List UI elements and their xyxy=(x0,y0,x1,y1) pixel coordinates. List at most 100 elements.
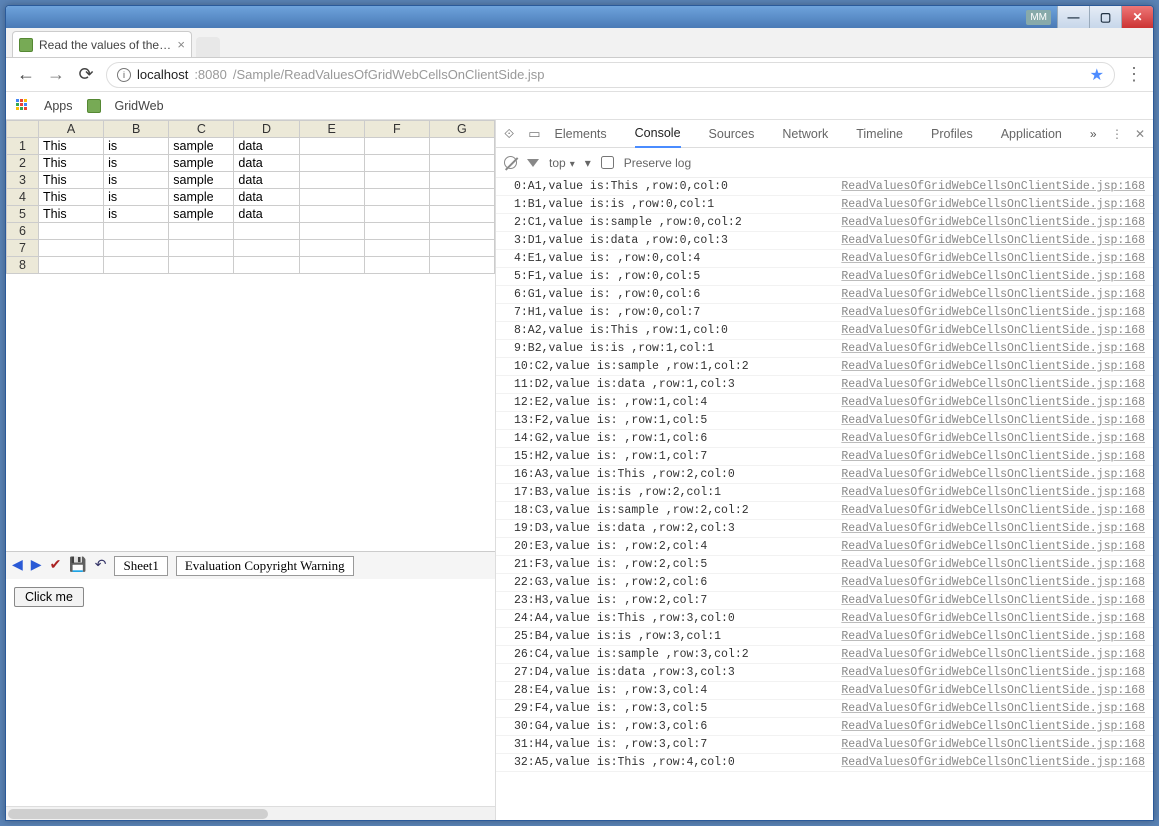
clear-console-icon[interactable] xyxy=(504,156,517,169)
cell[interactable] xyxy=(364,172,429,189)
cell[interactable] xyxy=(429,257,494,274)
cell[interactable] xyxy=(234,240,299,257)
close-button[interactable]: ✕ xyxy=(1121,6,1153,28)
cell[interactable]: sample xyxy=(169,189,234,206)
devtools-tab-application[interactable]: Application xyxy=(1001,121,1062,147)
cell[interactable]: data xyxy=(234,155,299,172)
console-source-link[interactable]: ReadValuesOfGridWebCellsOnClientSide.jsp… xyxy=(841,396,1145,409)
apps-icon[interactable] xyxy=(16,99,30,113)
console-source-link[interactable]: ReadValuesOfGridWebCellsOnClientSide.jsp… xyxy=(841,288,1145,301)
cell[interactable] xyxy=(169,257,234,274)
cell[interactable] xyxy=(364,223,429,240)
cell[interactable] xyxy=(364,138,429,155)
console-source-link[interactable]: ReadValuesOfGridWebCellsOnClientSide.jsp… xyxy=(841,450,1145,463)
device-icon[interactable]: ▭ xyxy=(528,126,540,142)
cell[interactable] xyxy=(299,223,364,240)
commit-icon[interactable]: ✔ xyxy=(50,557,62,574)
cell[interactable] xyxy=(39,240,104,257)
cell[interactable]: This xyxy=(39,172,104,189)
console-source-link[interactable]: ReadValuesOfGridWebCellsOnClientSide.jsp… xyxy=(841,630,1145,643)
console-source-link[interactable]: ReadValuesOfGridWebCellsOnClientSide.jsp… xyxy=(841,594,1145,607)
col-header[interactable]: D xyxy=(234,121,299,138)
cell[interactable]: sample xyxy=(169,155,234,172)
cell[interactable] xyxy=(299,189,364,206)
console-source-link[interactable]: ReadValuesOfGridWebCellsOnClientSide.jsp… xyxy=(841,522,1145,535)
cell[interactable]: data xyxy=(234,206,299,223)
minimize-button[interactable]: — xyxy=(1057,6,1089,28)
inspect-icon[interactable]: ⟐ xyxy=(504,126,514,142)
cell[interactable]: This xyxy=(39,189,104,206)
col-header[interactable]: A xyxy=(39,121,104,138)
row-header[interactable]: 1 xyxy=(7,138,39,155)
cell[interactable]: sample xyxy=(169,172,234,189)
save-icon[interactable]: 💾 xyxy=(69,557,86,574)
col-header[interactable]: E xyxy=(299,121,364,138)
cell[interactable]: This xyxy=(39,155,104,172)
console-source-link[interactable]: ReadValuesOfGridWebCellsOnClientSide.jsp… xyxy=(841,612,1145,625)
devtools-tab-sources[interactable]: Sources xyxy=(709,121,755,147)
browser-menu-icon[interactable]: ⋮ xyxy=(1125,64,1143,85)
console-source-link[interactable]: ReadValuesOfGridWebCellsOnClientSide.jsp… xyxy=(841,504,1145,517)
cell[interactable]: This xyxy=(39,138,104,155)
devtools-tab-profiles[interactable]: Profiles xyxy=(931,121,973,147)
new-tab-button[interactable] xyxy=(196,37,220,57)
console-source-link[interactable]: ReadValuesOfGridWebCellsOnClientSide.jsp… xyxy=(841,756,1145,769)
console-source-link[interactable]: ReadValuesOfGridWebCellsOnClientSide.jsp… xyxy=(841,360,1145,373)
cell[interactable] xyxy=(429,240,494,257)
cell[interactable] xyxy=(429,223,494,240)
col-header[interactable]: C xyxy=(169,121,234,138)
console-source-link[interactable]: ReadValuesOfGridWebCellsOnClientSide.jsp… xyxy=(841,342,1145,355)
cell[interactable]: is xyxy=(104,172,169,189)
cell[interactable] xyxy=(299,155,364,172)
row-header[interactable]: 3 xyxy=(7,172,39,189)
console-source-link[interactable]: ReadValuesOfGridWebCellsOnClientSide.jsp… xyxy=(841,666,1145,679)
console-source-link[interactable]: ReadValuesOfGridWebCellsOnClientSide.jsp… xyxy=(841,684,1145,697)
cell[interactable] xyxy=(234,223,299,240)
apps-label[interactable]: Apps xyxy=(44,99,73,113)
cell[interactable] xyxy=(364,189,429,206)
cell[interactable] xyxy=(429,206,494,223)
filter-icon[interactable] xyxy=(527,159,539,167)
console-output[interactable]: 0:A1,value is:This ,row:0,col:0ReadValue… xyxy=(496,178,1153,820)
reload-button[interactable]: ⟳ xyxy=(76,64,96,85)
console-source-link[interactable]: ReadValuesOfGridWebCellsOnClientSide.jsp… xyxy=(841,720,1145,733)
console-source-link[interactable]: ReadValuesOfGridWebCellsOnClientSide.jsp… xyxy=(841,324,1145,337)
bookmark-star-icon[interactable]: ★ xyxy=(1090,65,1104,85)
col-header[interactable]: B xyxy=(104,121,169,138)
col-header[interactable]: F xyxy=(364,121,429,138)
devtools-tab-console[interactable]: Console xyxy=(635,120,681,148)
site-info-icon[interactable]: i xyxy=(117,68,131,82)
cell[interactable] xyxy=(104,257,169,274)
devtools-close-icon[interactable]: ✕ xyxy=(1135,127,1145,141)
cell[interactable] xyxy=(39,257,104,274)
console-source-link[interactable]: ReadValuesOfGridWebCellsOnClientSide.jsp… xyxy=(841,648,1145,661)
cell[interactable] xyxy=(299,172,364,189)
cell[interactable]: data xyxy=(234,189,299,206)
console-source-link[interactable]: ReadValuesOfGridWebCellsOnClientSide.jsp… xyxy=(841,180,1145,193)
gridweb-bookmark[interactable]: GridWeb xyxy=(115,99,164,113)
cell[interactable] xyxy=(169,223,234,240)
horizontal-scrollbar[interactable] xyxy=(6,806,495,820)
console-source-link[interactable]: ReadValuesOfGridWebCellsOnClientSide.jsp… xyxy=(841,414,1145,427)
more-tabs-icon[interactable]: » xyxy=(1090,127,1097,141)
cell[interactable] xyxy=(364,257,429,274)
cell[interactable]: is xyxy=(104,138,169,155)
cell[interactable]: is xyxy=(104,206,169,223)
console-source-link[interactable]: ReadValuesOfGridWebCellsOnClientSide.jsp… xyxy=(841,216,1145,229)
browser-tab[interactable]: Read the values of the G × xyxy=(12,31,192,57)
console-source-link[interactable]: ReadValuesOfGridWebCellsOnClientSide.jsp… xyxy=(841,378,1145,391)
context-dropdown[interactable]: top xyxy=(549,156,575,170)
cell[interactable] xyxy=(364,155,429,172)
cell[interactable] xyxy=(104,240,169,257)
cell[interactable]: sample xyxy=(169,138,234,155)
cell[interactable]: sample xyxy=(169,206,234,223)
cell[interactable]: is xyxy=(104,189,169,206)
level-dropdown[interactable]: ▾ xyxy=(585,156,591,170)
devtools-menu-icon[interactable]: ⋮ xyxy=(1111,127,1123,141)
console-source-link[interactable]: ReadValuesOfGridWebCellsOnClientSide.jsp… xyxy=(841,468,1145,481)
row-header[interactable]: 2 xyxy=(7,155,39,172)
console-source-link[interactable]: ReadValuesOfGridWebCellsOnClientSide.jsp… xyxy=(841,252,1145,265)
console-source-link[interactable]: ReadValuesOfGridWebCellsOnClientSide.jsp… xyxy=(841,558,1145,571)
row-header[interactable]: 7 xyxy=(7,240,39,257)
cell[interactable] xyxy=(429,172,494,189)
